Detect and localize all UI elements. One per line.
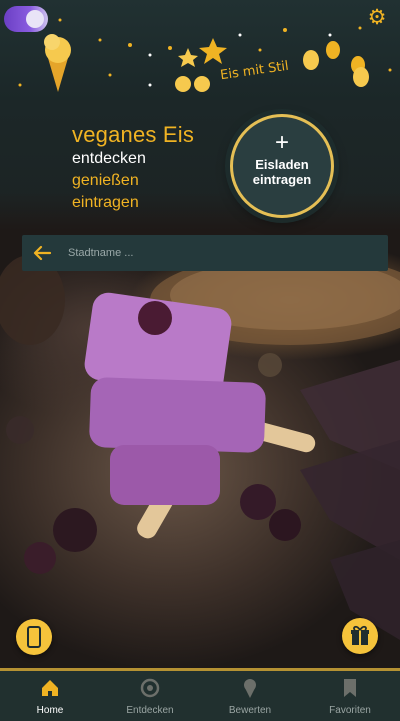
tagline-add: eintragen: [72, 194, 139, 211]
headline: veganes Eis: [72, 122, 195, 147]
gift-button[interactable]: [342, 618, 378, 654]
nav-label-favorites: Favoriten: [329, 705, 371, 716]
plus-icon: +: [274, 129, 289, 156]
nav-item-home[interactable]: Home: [0, 671, 100, 721]
banner-illustration: [18, 18, 392, 92]
city-search-bar: [22, 235, 388, 271]
ice-cream-icon: [200, 677, 300, 701]
phone-icon: [27, 626, 41, 648]
compass-icon: [100, 677, 200, 701]
home-icon: [0, 677, 100, 701]
add-shop-label: Eisladen eintragen: [252, 157, 312, 187]
moon-icon: [26, 10, 44, 28]
nav-label-rate: Bewerten: [228, 705, 272, 716]
app-logo[interactable]: [4, 6, 48, 32]
hero-overlay: [0, 100, 400, 230]
gift-icon: [351, 625, 369, 645]
nav-item-rate[interactable]: Bewerten: [200, 671, 300, 721]
add-shop-button[interactable]: + Eisladen eintragen: [230, 114, 334, 218]
nav-item-favorites[interactable]: Favoriten: [300, 671, 400, 721]
city-search-input[interactable]: [68, 241, 368, 265]
bottom-navigation: Home Entdecken Bewerten Favoriten: [0, 671, 400, 721]
nav-label-discover: Entdecken: [126, 705, 174, 716]
nav-label-home: Home: [36, 705, 64, 716]
nav-item-discover[interactable]: Entdecken: [100, 671, 200, 721]
phone-button[interactable]: [16, 619, 52, 655]
bookmark-icon: [300, 677, 400, 701]
tagline-enjoy: genießen: [72, 172, 139, 189]
header-banner: ⚙ Eis mit Stil: [0, 0, 400, 100]
tagline-discover: entdecken: [72, 150, 146, 167]
gear-icon[interactable]: ⚙: [366, 7, 388, 29]
arrow-left-icon[interactable]: [32, 242, 52, 264]
